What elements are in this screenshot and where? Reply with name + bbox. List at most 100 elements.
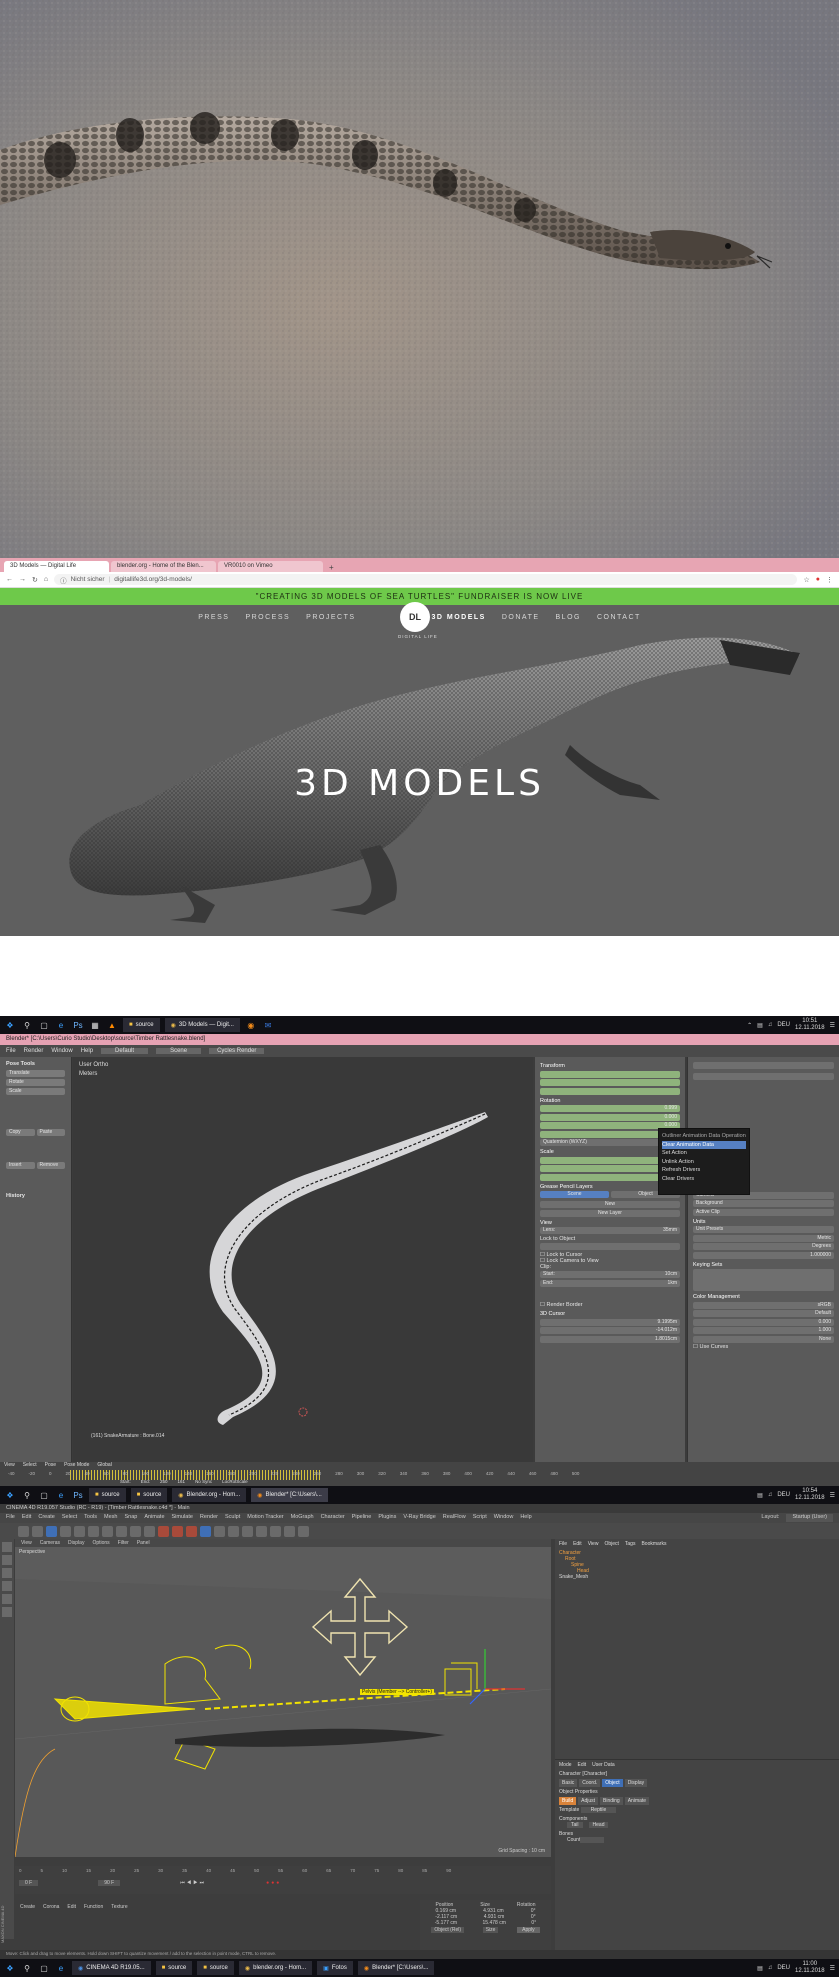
blender-timeline[interactable]: View Select Pose Pose Mode Global -40 -2… <box>0 1462 839 1486</box>
model-mode-icon[interactable] <box>2 1555 12 1565</box>
gamma-field[interactable]: 1.000 <box>693 1327 834 1334</box>
star-icon[interactable]: ☆ <box>803 576 809 584</box>
clip-end-field[interactable]: End: 1km <box>540 1279 680 1287</box>
transform-header[interactable]: Transform <box>540 1063 680 1069</box>
mode-select[interactable]: Pose Mode <box>64 1462 89 1468</box>
reload-icon[interactable]: ↻ <box>32 576 38 584</box>
render-settings-icon[interactable] <box>186 1525 197 1537</box>
background-field[interactable]: Background <box>693 1200 834 1207</box>
bottom-menu-view[interactable]: View <box>4 1462 15 1468</box>
units-header[interactable]: Units <box>693 1219 834 1225</box>
extension-icon[interactable]: ● <box>816 576 820 583</box>
search-icon[interactable]: ⚲ <box>21 1962 33 1974</box>
network-icon[interactable]: ▤ <box>757 1022 763 1029</box>
notification-icon[interactable]: ☰ <box>830 1492 835 1499</box>
back-icon[interactable]: ← <box>6 576 13 583</box>
info-icon[interactable]: ⓘ <box>60 575 67 585</box>
notification-icon[interactable]: ☰ <box>830 1965 835 1972</box>
volume-icon[interactable]: ♫ <box>768 1022 773 1028</box>
cursor-3d-icon[interactable] <box>298 1407 308 1417</box>
angle-select[interactable]: Degrees <box>693 1243 834 1250</box>
location-field[interactable] <box>540 1070 680 1078</box>
c4d-menu-item[interactable]: Motion Tracker <box>247 1514 283 1522</box>
attr-tab-coord[interactable]: Coord. <box>579 1779 601 1787</box>
mat-menu-texture[interactable]: Texture <box>111 1904 127 1910</box>
size-z-field[interactable]: 15.478 cm <box>483 1920 506 1926</box>
c4d-menu-item[interactable]: Select <box>62 1514 77 1522</box>
polygons-mode-icon[interactable] <box>2 1607 12 1617</box>
component-head[interactable]: Head <box>588 1822 609 1828</box>
rotation-x-field[interactable]: 0.000 <box>540 1113 680 1121</box>
url-input[interactable]: ⓘ Nicht sicher | digitallife3d.org/3d-mo… <box>54 574 798 585</box>
clock[interactable]: 11:00 12.11.2018 <box>795 1961 825 1975</box>
mat-menu-edit[interactable]: Edit <box>67 1904 76 1910</box>
grease-tab-scene[interactable]: Scene <box>540 1191 609 1198</box>
c4d-menu-item[interactable]: Plugins <box>378 1514 396 1522</box>
blender-3d-viewport[interactable]: User Ortho Meters (161) SnakeArmature : B… <box>73 1057 533 1462</box>
mat-menu-corona[interactable]: Corona <box>43 1904 59 1910</box>
axis-x-icon[interactable] <box>102 1525 113 1537</box>
layout-select[interactable]: Default <box>101 1048 149 1054</box>
attr-tab-display[interactable]: Display <box>624 1779 648 1787</box>
apply-button[interactable]: Apply <box>517 1927 540 1933</box>
menu-file[interactable]: File <box>6 1048 16 1054</box>
attr-subtab-binding[interactable]: Binding <box>600 1797 623 1805</box>
language-indicator[interactable]: DEU <box>777 1492 790 1498</box>
template-select[interactable]: Reptile <box>580 1807 617 1813</box>
nav-blog[interactable]: BLOG <box>556 614 581 621</box>
keying-set-select[interactable]: LocRotScale <box>222 1479 248 1484</box>
keying-sets-header[interactable]: Keying Sets <box>693 1262 834 1268</box>
menu-render[interactable]: Render <box>24 1048 44 1054</box>
texture-mode-icon[interactable] <box>2 1568 12 1578</box>
attr-tab-basic[interactable]: Basic <box>559 1779 578 1787</box>
language-indicator[interactable]: DEU <box>777 1965 790 1971</box>
attr-subtab-adjust[interactable]: Adjust <box>578 1797 599 1805</box>
view-header[interactable]: View <box>540 1220 680 1226</box>
nav-process[interactable]: PROCESS <box>245 614 290 621</box>
record-keys[interactable]: ●●● <box>266 1880 281 1886</box>
render-border-checkbox[interactable]: ☐ Render Border <box>540 1302 680 1308</box>
sync-select[interactable]: No Sync <box>195 1479 212 1484</box>
clock[interactable]: 10:54 12.11.2018 <box>795 1488 825 1502</box>
nav-contact[interactable]: CONTACT <box>597 614 641 621</box>
menu-clear-animation-data[interactable]: Clear Animation Data <box>662 1140 746 1149</box>
mat-menu-create[interactable]: Create <box>20 1904 35 1910</box>
photoshop-icon[interactable]: Ps <box>72 1019 84 1031</box>
cursor-z-field[interactable]: 1.8015cm <box>540 1335 680 1343</box>
taskbar-chrome[interactable]: ◉ 3D Models — Digit... <box>164 1018 240 1032</box>
remove-keyframe-button[interactable]: Remove <box>36 1162 65 1169</box>
task-view-icon[interactable]: ▢ <box>38 1962 50 1974</box>
c4d-menu-item[interactable]: Create <box>38 1514 55 1522</box>
use-curves-checkbox[interactable]: ☐ Use Curves <box>693 1344 834 1350</box>
nav-3d-models[interactable]: 3D MODELS <box>432 614 486 621</box>
pos-z-field[interactable]: -5.177 cm <box>435 1920 457 1926</box>
c4d-timeline[interactable]: 0 5 10 15 20 25 30 35 40 45 50 55 60 65 … <box>15 1866 551 1894</box>
scale-tool-icon[interactable] <box>74 1525 85 1537</box>
forward-icon[interactable]: → <box>19 576 26 583</box>
length-select[interactable]: Metric <box>693 1234 834 1242</box>
photoshop-icon[interactable]: Ps <box>72 1489 84 1501</box>
array-icon[interactable] <box>242 1525 253 1537</box>
axis-y-icon[interactable] <box>116 1525 127 1537</box>
c4d-menu-item[interactable]: V-Ray Bridge <box>403 1514 435 1522</box>
pen-icon[interactable] <box>214 1525 225 1537</box>
om-menu-tags[interactable]: Tags <box>625 1541 636 1547</box>
network-icon[interactable]: ▤ <box>757 1965 763 1972</box>
attr-menu-mode[interactable]: Mode <box>559 1762 572 1768</box>
edges-mode-icon[interactable] <box>2 1594 12 1604</box>
digital-life-logo[interactable]: DL <box>400 602 430 632</box>
edge-icon[interactable]: e <box>55 1962 67 1974</box>
rotate-button[interactable]: Rotate <box>6 1079 65 1086</box>
grease-new-button[interactable]: New <box>540 1201 680 1208</box>
insert-keyframe-button[interactable]: Insert <box>6 1162 35 1169</box>
c4d-viewport[interactable]: View Cameras Display Options Filter Pane… <box>15 1539 551 1857</box>
c4d-menu-item[interactable]: Help <box>520 1514 531 1522</box>
windows-start-icon[interactable]: ❖ <box>4 1962 16 1974</box>
clip-start-field[interactable]: Start: 10cm <box>540 1271 680 1278</box>
om-menu-bookmarks[interactable]: Bookmarks <box>641 1541 666 1547</box>
menu-unlink-action[interactable]: Unlink Action <box>662 1158 746 1167</box>
render-engine-select[interactable]: Cycles Render <box>209 1048 265 1054</box>
attr-menu-user-data[interactable]: User Data <box>592 1762 615 1768</box>
history-header[interactable]: History <box>6 1193 65 1199</box>
taskbar-source-folder-2[interactable]: ■ source <box>197 1961 234 1975</box>
